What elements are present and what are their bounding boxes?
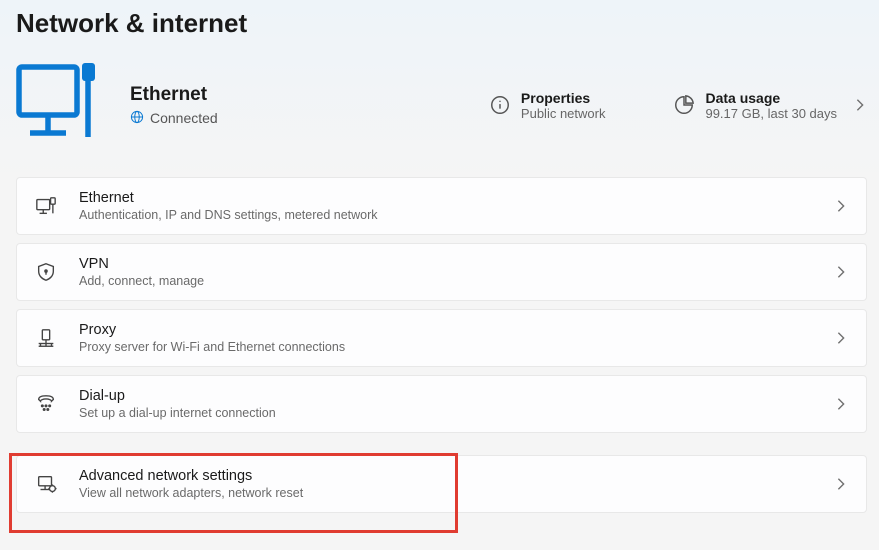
chevron-right-icon [834, 265, 848, 279]
row-title: VPN [79, 256, 812, 272]
page-title: Network & internet [16, 8, 867, 39]
chevron-right-icon [834, 477, 848, 491]
info-icon [489, 94, 511, 116]
row-advanced-network[interactable]: Advanced network settings View all netwo… [16, 455, 867, 513]
row-title: Advanced network settings [79, 468, 812, 484]
row-title: Proxy [79, 322, 812, 338]
row-vpn[interactable]: VPN Add, connect, manage [16, 243, 867, 301]
row-title: Dial-up [79, 388, 812, 404]
proxy-icon [35, 327, 57, 349]
properties-label: Properties [521, 90, 606, 106]
properties-sub: Public network [521, 106, 606, 121]
row-sub: Proxy server for Wi-Fi and Ethernet conn… [79, 340, 812, 354]
data-usage-link[interactable]: Data usage 99.17 GB, last 30 days [673, 90, 867, 121]
chevron-right-icon [853, 98, 867, 112]
chevron-right-icon [834, 397, 848, 411]
pie-icon [673, 94, 695, 116]
row-sub: View all network adapters, network reset [79, 486, 812, 500]
dialup-icon [35, 393, 57, 415]
advanced-network-icon [35, 473, 57, 495]
connection-hero: Ethernet Connected Properties Public net… [16, 61, 867, 149]
chevron-right-icon [834, 199, 848, 213]
row-proxy[interactable]: Proxy Proxy server for Wi-Fi and Etherne… [16, 309, 867, 367]
globe-icon [130, 110, 144, 127]
data-usage-label: Data usage [705, 90, 837, 106]
shield-icon [35, 261, 57, 283]
ethernet-icon [35, 195, 57, 217]
connection-status: Connected [150, 110, 218, 126]
row-dialup[interactable]: Dial-up Set up a dial-up internet connec… [16, 375, 867, 433]
row-ethernet[interactable]: Ethernet Authentication, IP and DNS sett… [16, 177, 867, 235]
chevron-right-icon [834, 331, 848, 345]
connection-name: Ethernet [130, 84, 310, 106]
row-title: Ethernet [79, 190, 812, 206]
properties-link[interactable]: Properties Public network [489, 90, 606, 121]
row-sub: Add, connect, manage [79, 274, 812, 288]
row-sub: Authentication, IP and DNS settings, met… [79, 208, 812, 222]
row-sub: Set up a dial-up internet connection [79, 406, 812, 420]
settings-list: Ethernet Authentication, IP and DNS sett… [16, 177, 867, 513]
data-usage-sub: 99.17 GB, last 30 days [705, 106, 837, 121]
ethernet-monitor-icon [16, 61, 98, 149]
